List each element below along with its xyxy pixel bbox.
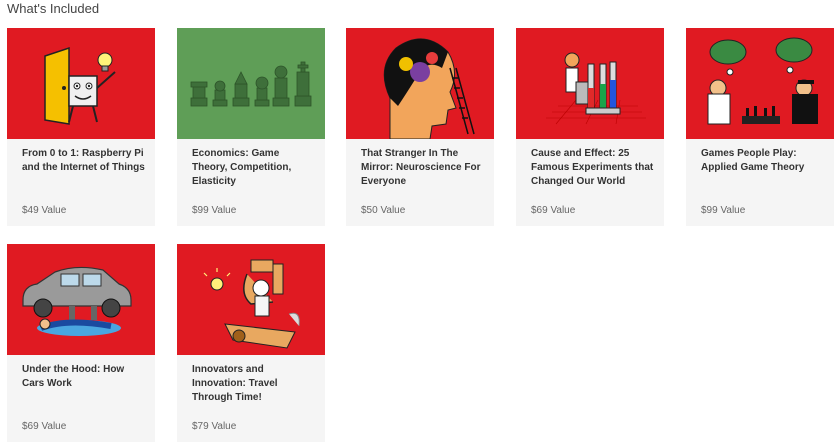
section-title: What's Included: [7, 1, 100, 16]
course-value: $69 Value: [531, 205, 576, 216]
course-value: $50 Value: [361, 205, 406, 216]
course-title: Under the Hood: How Cars Work: [22, 364, 125, 389]
course-thumbnail: [7, 244, 155, 355]
course-title: Economics: Game Theory, Competition, Ela…: [192, 148, 292, 187]
course-thumbnail: [686, 28, 834, 139]
page: What's Included From 0 to 1: Raspberry P…: [0, 0, 840, 445]
course-thumbnail: [177, 28, 325, 139]
course-card[interactable]: Games People Play: Applied Game Theory $…: [686, 28, 834, 226]
course-value: $99 Value: [192, 205, 237, 216]
course-card[interactable]: Economics: Game Theory, Competition, Ela…: [177, 28, 325, 226]
course-card[interactable]: Cause and Effect: 25 Famous Experiments …: [516, 28, 664, 226]
course-value: $69 Value: [22, 421, 67, 432]
course-card[interactable]: From 0 to 1: Raspberry Pi and the Intern…: [7, 28, 155, 226]
course-card[interactable]: That Stranger In The Mirror: Neuroscienc…: [346, 28, 494, 226]
course-thumbnail: [7, 28, 155, 139]
course-title: That Stranger In The Mirror: Neuroscienc…: [361, 148, 481, 187]
course-title: Cause and Effect: 25 Famous Experiments …: [531, 148, 654, 187]
course-title: From 0 to 1: Raspberry Pi and the Intern…: [22, 148, 145, 173]
course-thumbnail: [516, 28, 664, 139]
course-thumbnail: [177, 244, 325, 355]
course-value: $79 Value: [192, 421, 237, 432]
course-thumbnail: [346, 28, 494, 139]
course-title: Innovators and Innovation: Travel Throug…: [192, 364, 278, 403]
course-card[interactable]: Innovators and Innovation: Travel Throug…: [177, 244, 325, 442]
course-card[interactable]: Under the Hood: How Cars Work $69 Value: [7, 244, 155, 442]
course-title: Games People Play: Applied Game Theory: [701, 148, 805, 173]
course-value: $49 Value: [22, 205, 67, 216]
course-value: $99 Value: [701, 205, 746, 216]
